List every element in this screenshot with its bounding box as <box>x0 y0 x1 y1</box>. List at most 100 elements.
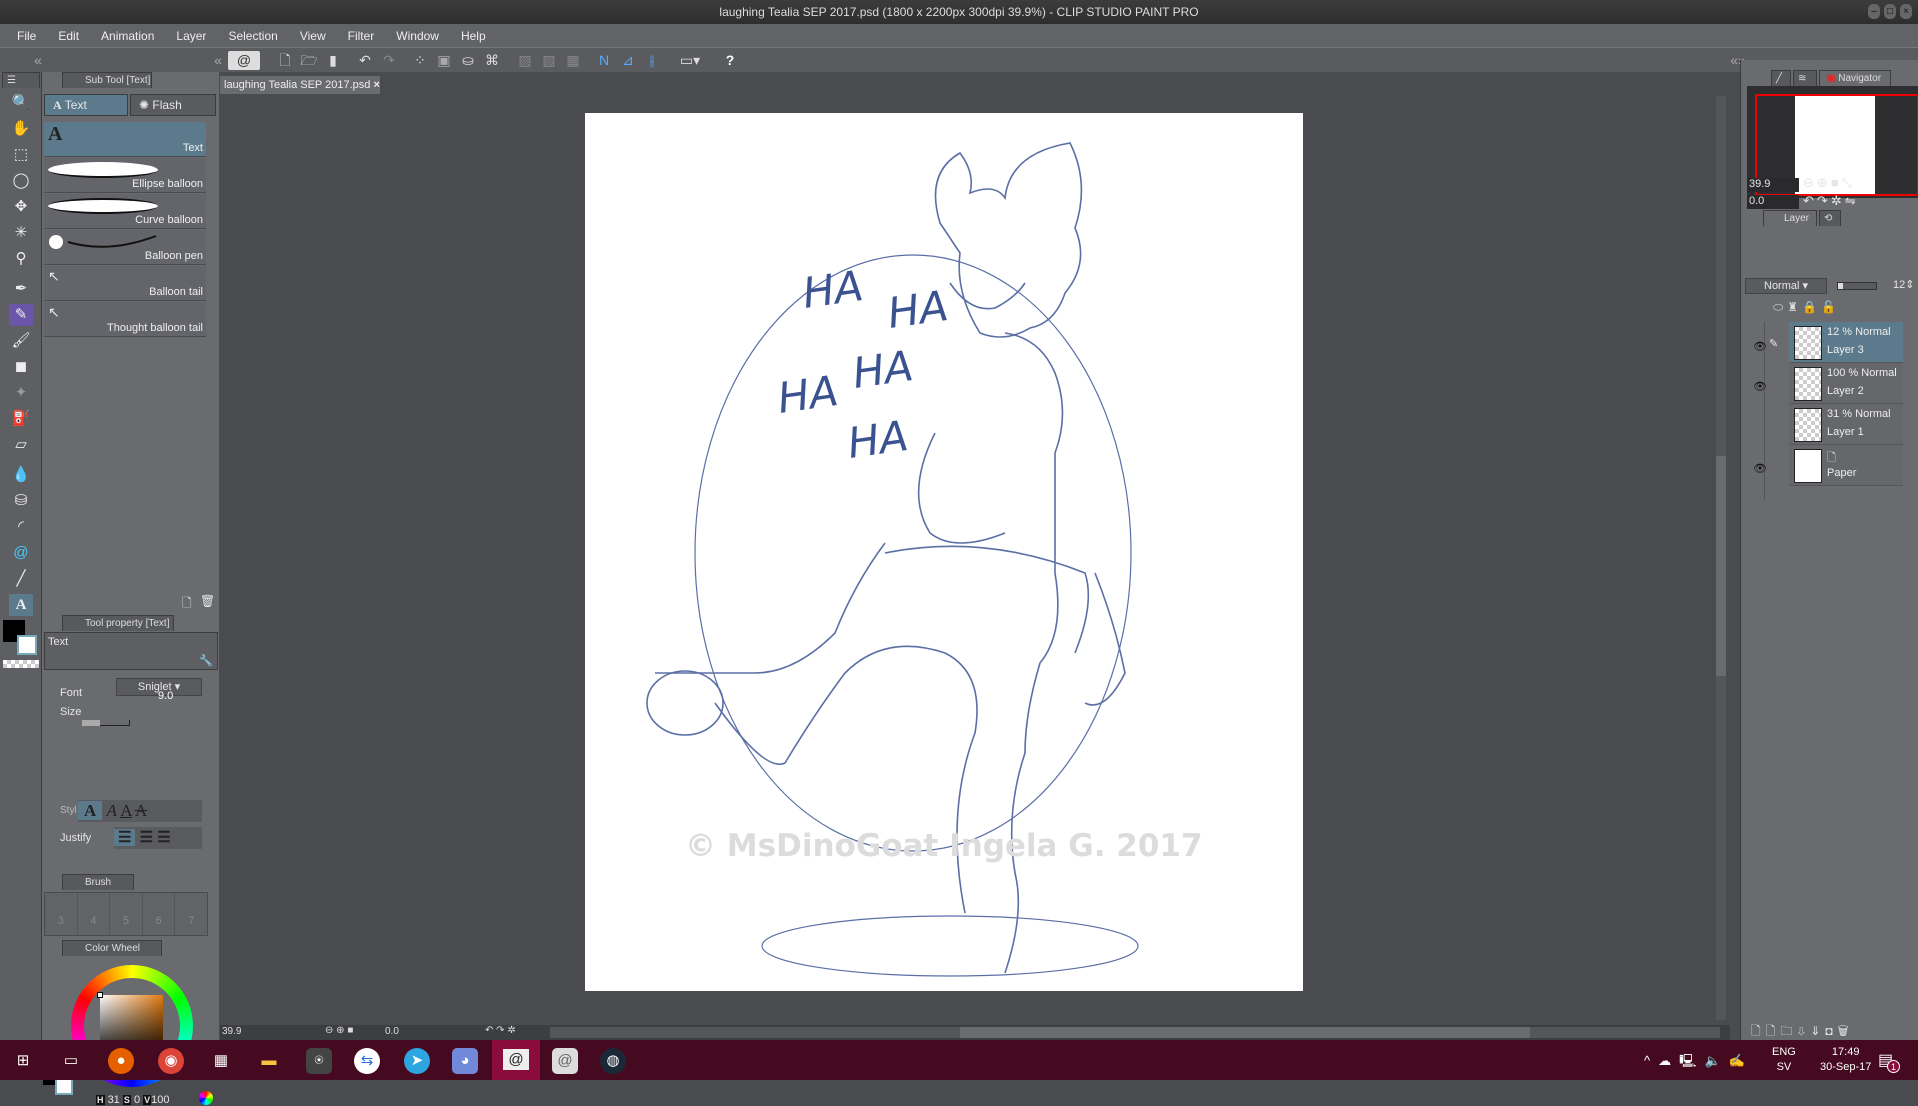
transfer-icon[interactable]: ⇓ <box>1810 1024 1825 1038</box>
style-buttons[interactable]: A A A A <box>78 800 202 822</box>
opacity-slider[interactable] <box>1837 282 1877 290</box>
brush-size-7[interactable]: 7 <box>175 893 207 935</box>
layer-row[interactable]: 100 % Normal Layer 2 <box>1789 363 1903 404</box>
justify-buttons[interactable]: ☰ ☰ ☰ <box>114 827 202 849</box>
vertical-scrollbar[interactable] <box>1716 96 1726 1020</box>
underline-style-icon[interactable]: A <box>120 801 131 820</box>
correct-line-tool-icon[interactable]: @ <box>9 542 33 564</box>
menu-layer[interactable]: Layer <box>165 29 217 43</box>
clip-icon[interactable]: ⬭ <box>1773 300 1787 314</box>
menu-view[interactable]: View <box>289 29 337 43</box>
mask-icon[interactable]: ◘ <box>1825 1024 1837 1038</box>
obs-icon[interactable]: ⍟ <box>306 1048 332 1074</box>
document-tab[interactable]: laughing Tealia SEP 2017.psd × <box>220 76 380 94</box>
fit-icon[interactable]: ■ <box>1831 175 1842 190</box>
close-tab-icon[interactable]: × <box>373 79 379 91</box>
collapse-left-icon[interactable]: « <box>28 51 48 70</box>
subtool-text[interactable]: A Text <box>44 122 206 157</box>
subtool-ellipse-balloon[interactable]: Ellipse balloon <box>44 158 206 193</box>
gradient-tool-icon[interactable]: ◼ <box>9 356 33 378</box>
pen-workspace-icon[interactable]: ✍ <box>1729 1053 1753 1068</box>
snap-special-ruler-icon[interactable]: ⊿ <box>618 51 638 70</box>
justify-center-icon[interactable]: ☰ <box>140 829 153 846</box>
sub-view-tab[interactable]: ╱ <box>1771 70 1791 86</box>
snap-ruler-icon[interactable]: N <box>594 51 614 70</box>
figure-tool-icon[interactable]: ◜ <box>9 516 33 538</box>
eyedropper-icon[interactable]: ⚲ <box>9 248 33 270</box>
firefox-icon[interactable]: ● <box>108 1048 134 1074</box>
crop-icon[interactable]: ▦ <box>563 51 583 70</box>
steam-icon[interactable]: ◍ <box>600 1048 626 1074</box>
hand-tool-icon[interactable]: ✋ <box>9 118 33 140</box>
zoom-in-icon[interactable]: ⊕ <box>1817 175 1831 190</box>
magic-wand-icon[interactable]: ✳ <box>9 222 33 244</box>
zoom-slider[interactable]: 39.9 <box>1747 178 1799 192</box>
delete-subtool-icon[interactable]: 🗑 <box>200 594 215 608</box>
bold-style-icon[interactable]: A <box>78 801 103 820</box>
delete-layer-icon[interactable]: 🗑 <box>1838 1024 1854 1038</box>
eye-icon[interactable]: 👁 <box>1753 462 1767 475</box>
close-button[interactable]: × <box>1900 4 1912 19</box>
layer-row[interactable]: 🗋 Paper <box>1789 445 1903 486</box>
color-mode-icon[interactable] <box>199 1091 213 1105</box>
redo-icon[interactable]: ↷ <box>379 51 399 70</box>
justify-right-icon[interactable]: ☰ <box>157 829 170 846</box>
zoom-tool-icon[interactable]: 🔍 <box>9 92 33 114</box>
eraser-tool-icon[interactable]: ▱ <box>9 434 33 456</box>
save-icon[interactable]: ▮ <box>323 51 343 70</box>
wrench-search-icon[interactable]: 🔧 <box>199 654 213 667</box>
subtool-curve-balloon[interactable]: Curve balloon <box>44 194 206 229</box>
rotate-left-icon[interactable]: ↶ <box>1803 193 1817 208</box>
status-rotate-controls[interactable]: ↶ ↷ ✲ <box>485 1025 516 1036</box>
telegram-icon[interactable]: ➤ <box>404 1048 430 1074</box>
airbrush-tool-icon[interactable]: ⛽ <box>9 408 33 430</box>
brush-size-3[interactable]: 3 <box>45 893 78 935</box>
status-zoom-controls[interactable]: ⊖ ⊕ ■ <box>325 1025 353 1036</box>
rotate-right-icon[interactable]: ↷ <box>1817 193 1831 208</box>
menu-file[interactable]: File <box>6 29 47 43</box>
horizontal-scrollbar[interactable] <box>550 1027 1720 1038</box>
bucket-icon[interactable]: ⛀ <box>458 51 478 70</box>
pencil-tool-icon[interactable]: ✎ <box>9 304 33 326</box>
canvas-paper[interactable]: HA HA HA HA HA © MsDinoGoat Ingela G. 20… <box>585 113 1303 991</box>
rotation-slider[interactable]: 0.0 <box>1747 195 1799 209</box>
undo-icon[interactable]: ↶ <box>355 51 375 70</box>
blend-tool-icon[interactable]: 💧 <box>9 464 33 486</box>
status-zoom[interactable]: 39.9 <box>222 1026 241 1037</box>
layer-row[interactable]: 12 % Normal Layer 3 <box>1789 322 1903 363</box>
text-tool-icon[interactable]: A <box>9 594 33 616</box>
network-icon[interactable]: 🖳 <box>1679 1053 1704 1068</box>
brush-tool-icon[interactable]: 🖌 <box>9 330 33 352</box>
subtool-thought-balloon-tail[interactable]: ↖ Thought balloon tail <box>44 302 206 337</box>
chrome-icon[interactable]: ◉ <box>158 1048 184 1074</box>
operation-tool-icon[interactable]: ⬚ <box>9 144 33 166</box>
new-file-icon[interactable]: 🗋 <box>275 51 295 70</box>
subtool-balloon-pen[interactable]: Balloon pen <box>44 230 206 265</box>
menu-filter[interactable]: Filter <box>337 29 386 43</box>
transparent-color-swatch[interactable] <box>3 660 39 668</box>
zoom-out-icon[interactable]: ⊖ <box>1803 175 1817 190</box>
lasso-tool-icon[interactable]: ◯ <box>9 170 33 192</box>
clip-studio-paint-task[interactable]: @ <box>492 1040 540 1080</box>
new-vector-layer-icon[interactable]: 🗋 <box>1766 1024 1781 1038</box>
invert-selection-icon[interactable]: ▧ <box>539 51 559 70</box>
brush-size-5[interactable]: 5 <box>110 893 143 935</box>
onedrive-icon[interactable]: ☁ <box>1658 1053 1679 1068</box>
merge-down-icon[interactable]: ⇩ <box>1797 1024 1810 1038</box>
item-bank-tab[interactable]: ≋ <box>1793 70 1817 86</box>
opacity-value[interactable]: 12⇕ <box>1893 278 1914 291</box>
clock[interactable]: 17:49 30-Sep-17 <box>1820 1045 1871 1075</box>
sub-color-swatch[interactable] <box>17 635 37 655</box>
snap-grid-icon[interactable]: ⫲ <box>642 51 662 70</box>
maximize-button[interactable]: □ <box>1884 4 1896 19</box>
discord-icon[interactable]: ◕ <box>452 1048 478 1074</box>
sync-app-icon[interactable]: ⇆ <box>354 1048 380 1074</box>
eye-icon[interactable]: 👁 <box>1753 380 1767 393</box>
calculator-icon[interactable]: ▦ <box>208 1048 234 1074</box>
volume-icon[interactable]: 🔈 <box>1704 1053 1728 1068</box>
brush-size-4[interactable]: 4 <box>78 893 111 935</box>
menu-window[interactable]: Window <box>385 29 450 43</box>
eye-icon[interactable]: 👁 <box>1753 340 1767 353</box>
help-icon[interactable]: ? <box>720 51 740 70</box>
open-file-icon[interactable]: 🗁 <box>299 51 319 70</box>
